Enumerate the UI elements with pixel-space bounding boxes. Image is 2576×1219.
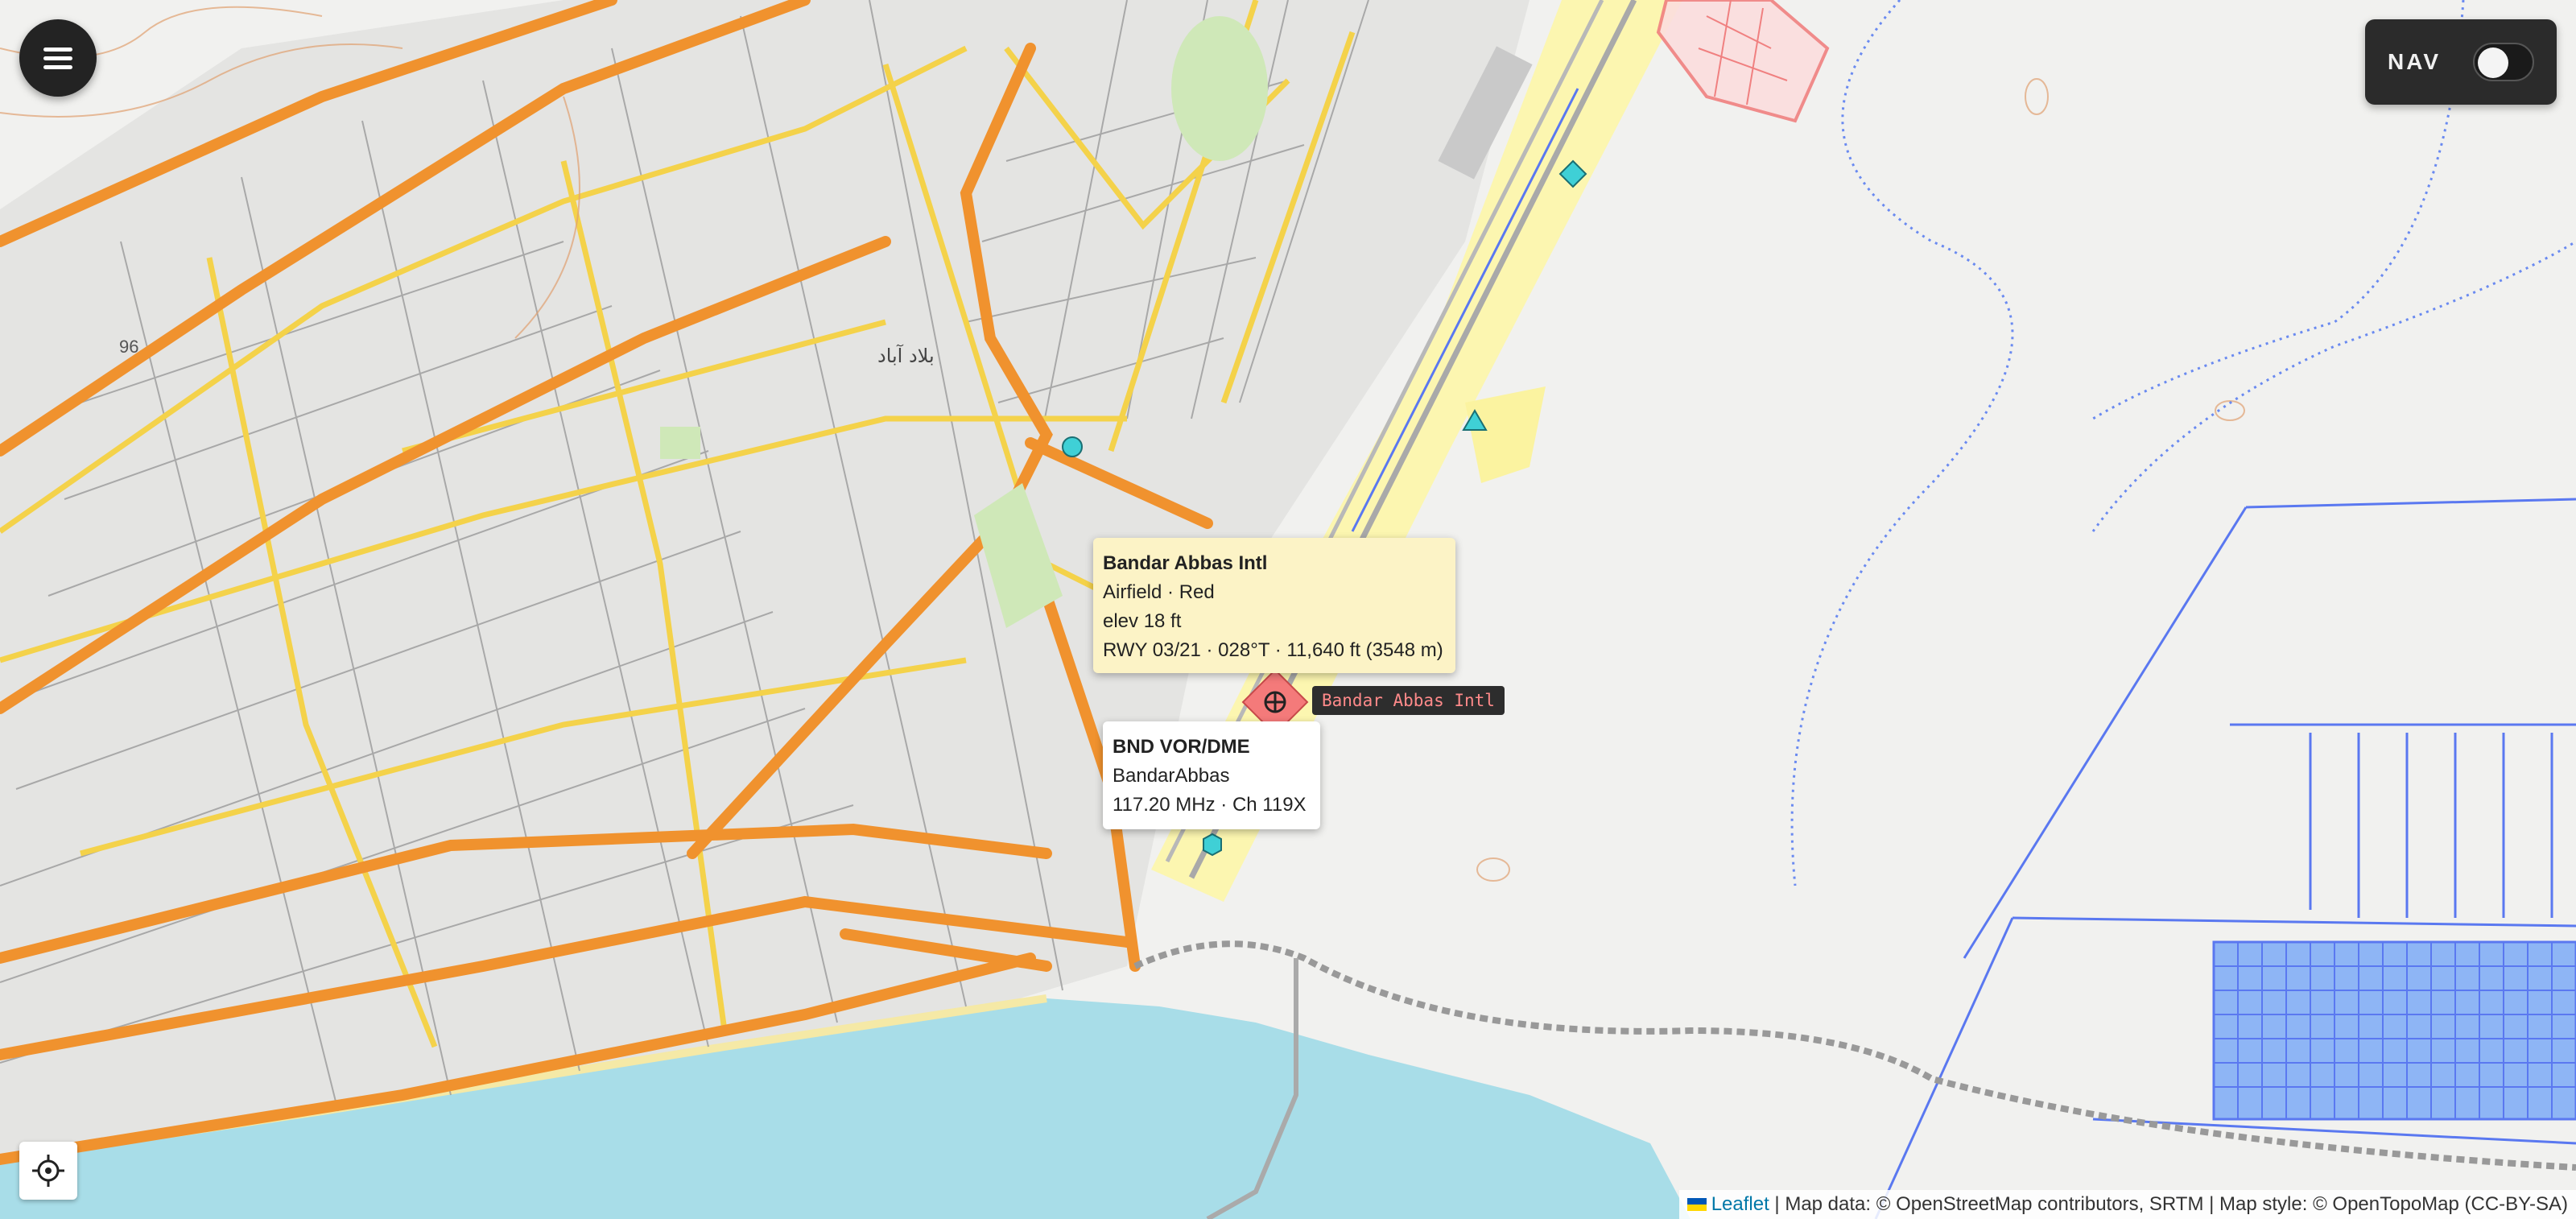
airfield-popup: Bandar Abbas Intl Airfield · Red elev 18… <box>1093 538 1455 673</box>
nav-label: NAV <box>2388 49 2442 74</box>
crosshair-locate-icon <box>32 1155 64 1187</box>
airfield-popup-title: Bandar Abbas Intl <box>1103 552 1268 574</box>
district-label: بلاد آباد <box>877 344 935 367</box>
airfield-marker-label: Bandar Abbas Intl <box>1312 686 1505 715</box>
nav-panel: NAV <box>2365 19 2557 105</box>
airfield-popup-type: Airfield · Red <box>1103 581 1215 603</box>
salt-ponds <box>2212 940 2576 1121</box>
map-attribution: Leaflet | Map data: © OpenStreetMap cont… <box>1678 1190 2576 1219</box>
leaflet-link[interactable]: Leaflet <box>1711 1193 1769 1215</box>
nav-toggle[interactable] <box>2473 43 2534 81</box>
airfield-popup-elevation: elev 18 ft <box>1103 610 1182 632</box>
navaid-popup: BND VOR/DME BandarAbbas 117.20 MHz · Ch … <box>1103 721 1320 829</box>
navaid-popup-title: BND VOR/DME <box>1113 736 1250 758</box>
locate-button[interactable] <box>19 1142 77 1200</box>
toggle-knob <box>2478 48 2509 78</box>
navaid-marker-circle[interactable] <box>1062 436 1083 457</box>
menu-button[interactable] <box>19 19 97 97</box>
attribution-text: | Map data: © OpenStreetMap contributors… <box>1769 1193 2568 1215</box>
navaid-popup-name: BandarAbbas <box>1113 765 1230 787</box>
ukraine-flag-icon <box>1686 1198 1707 1211</box>
airfield-popup-runway: RWY 03/21 · 028°T · 11,640 ft (3548 m) <box>1103 639 1443 661</box>
hamburger-menu-icon <box>43 43 72 74</box>
navaid-popup-frequency: 117.20 MHz · Ch 119X <box>1113 794 1307 816</box>
road-number-label: 96 <box>119 337 138 357</box>
vor-dme-marker[interactable] <box>1203 833 1222 857</box>
